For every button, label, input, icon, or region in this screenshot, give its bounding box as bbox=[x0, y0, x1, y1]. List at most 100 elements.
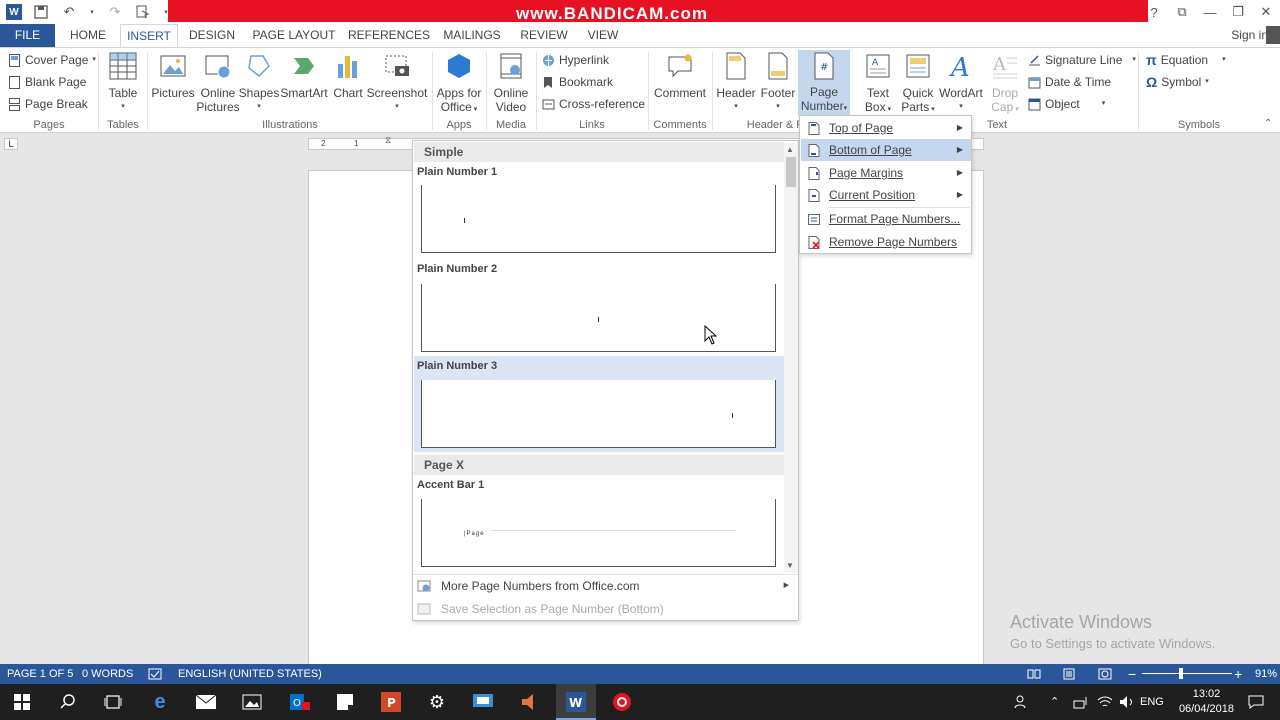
pictures-button[interactable]: Pictures bbox=[151, 50, 195, 100]
blank-page-button[interactable]: Blank Page bbox=[8, 72, 86, 92]
ribbon-display-icon[interactable]: ⧉ bbox=[1168, 4, 1196, 20]
online-video-button[interactable]: Online Video bbox=[490, 50, 532, 114]
sign-in-link[interactable]: Sign in bbox=[1231, 24, 1268, 46]
screenshot-button[interactable]: Screenshot ▾ bbox=[367, 50, 427, 114]
settings-gear-icon[interactable]: ⚙ bbox=[427, 692, 447, 712]
zoom-slider-track[interactable] bbox=[1142, 673, 1232, 674]
powerpoint-icon[interactable]: P bbox=[381, 692, 401, 712]
people-icon[interactable] bbox=[1014, 684, 1030, 720]
cross-reference-label: Cross-reference bbox=[559, 97, 646, 111]
tab-selector[interactable]: L bbox=[4, 138, 18, 150]
page-number-marker bbox=[732, 413, 733, 418]
wifi-icon[interactable] bbox=[1097, 684, 1113, 720]
page-break-button[interactable]: Page Break bbox=[8, 94, 88, 114]
menu-item-current-position[interactable]: Current Position ▶ bbox=[801, 184, 971, 206]
page-count-status[interactable]: PAGE 1 OF 5 bbox=[7, 664, 73, 684]
menu-item-bottom-of-page[interactable]: Bottom of Page ▶ bbox=[801, 139, 971, 161]
tab-design[interactable]: DESIGN bbox=[186, 24, 238, 48]
gallery-scrollbar[interactable] bbox=[784, 143, 798, 573]
table-button[interactable]: Table ▾ bbox=[104, 50, 142, 114]
bookmark-button[interactable]: Bookmark bbox=[542, 72, 613, 92]
gallery-item-plain-number-3[interactable]: Plain Number 3 bbox=[414, 356, 784, 452]
date-time-button[interactable]: Date & Time bbox=[1028, 72, 1111, 92]
tab-insert[interactable]: INSERT bbox=[120, 24, 178, 48]
smartart-button[interactable]: SmartArt bbox=[280, 50, 328, 100]
language-status[interactable]: ENGLISH (UNITED STATES) bbox=[178, 664, 322, 684]
minimize-icon[interactable]: — bbox=[1196, 5, 1224, 20]
comment-button[interactable]: Comment bbox=[652, 50, 708, 100]
scroll-up-icon[interactable]: ▲ bbox=[786, 145, 794, 154]
cross-reference-button[interactable]: Cross-reference bbox=[542, 94, 645, 114]
cover-page-button[interactable]: Cover Page ▾ bbox=[8, 50, 96, 70]
signature-line-button[interactable]: Signature Line ▾ bbox=[1028, 50, 1136, 70]
menu-item-top-of-page[interactable]: Top of Page ▶ bbox=[801, 117, 971, 139]
object-button[interactable]: Object ▾ bbox=[1028, 94, 1105, 114]
menu-item-format-page-numbers[interactable]: Format Page Numbers... bbox=[801, 208, 971, 230]
undo-icon[interactable]: ↶ bbox=[60, 3, 78, 21]
account-avatar[interactable] bbox=[1266, 26, 1280, 44]
tab-view[interactable]: VIEW bbox=[582, 24, 624, 48]
record-icon[interactable] bbox=[612, 692, 632, 712]
wordart-button[interactable]: A WordArt ▾ bbox=[938, 50, 984, 114]
tab-home[interactable]: HOME bbox=[62, 24, 114, 48]
action-center-icon[interactable] bbox=[1248, 684, 1264, 720]
tab-file[interactable]: FILE bbox=[0, 24, 55, 48]
help-button[interactable]: ? bbox=[1140, 5, 1168, 20]
object-icon bbox=[1028, 98, 1041, 110]
drop-cap-button[interactable]: A Drop Cap ▾ bbox=[986, 50, 1024, 117]
gallery-item-plain-number-1[interactable]: Plain Number 1 bbox=[414, 163, 784, 253]
equation-button[interactable]: π Equation ▾ bbox=[1146, 50, 1226, 70]
zoom-out-icon[interactable]: − bbox=[1128, 664, 1136, 684]
gallery-app-icon[interactable] bbox=[242, 692, 262, 712]
hyperlink-button[interactable]: Hyperlink bbox=[542, 50, 609, 70]
network-tray-icon[interactable] bbox=[1073, 684, 1089, 720]
tray-chevron-icon[interactable]: ⌃ bbox=[1050, 684, 1059, 720]
input-language[interactable]: ENG bbox=[1140, 684, 1164, 720]
apps-for-office-button[interactable]: Apps for Office ▾ bbox=[436, 50, 482, 117]
zoom-slider-thumb[interactable] bbox=[1179, 668, 1183, 679]
scrollbar-thumb[interactable] bbox=[786, 157, 796, 187]
sticky-notes-icon[interactable] bbox=[335, 692, 355, 712]
close-icon[interactable]: ✕ bbox=[1252, 4, 1280, 20]
gallery-item-accent-bar-1[interactable]: Accent Bar 1 |Page bbox=[414, 477, 784, 569]
restore-icon[interactable]: ❐ bbox=[1224, 4, 1252, 20]
symbol-button[interactable]: Ω Symbol ▾ bbox=[1146, 72, 1209, 92]
tab-mailings[interactable]: MAILINGS bbox=[440, 24, 504, 48]
online-pictures-button[interactable]: Online Pictures bbox=[196, 50, 240, 114]
word-count-status[interactable]: 0 WORDS bbox=[82, 664, 133, 684]
search-icon[interactable] bbox=[58, 692, 78, 712]
indent-marker-icon[interactable]: ⧖ bbox=[385, 135, 391, 146]
menu-item-remove-page-numbers[interactable]: Remove Page Numbers bbox=[801, 231, 971, 253]
tab-page-layout[interactable]: PAGE LAYOUT bbox=[250, 24, 338, 48]
windows-start-icon[interactable] bbox=[12, 692, 32, 712]
text-box-button[interactable]: A Text Box ▾ bbox=[858, 50, 898, 117]
chart-button[interactable]: Chart bbox=[331, 50, 365, 100]
media-player-icon[interactable] bbox=[519, 692, 539, 712]
more-page-numbers-item[interactable]: More Page Numbers from Office.com ▶ bbox=[417, 575, 795, 597]
save-icon[interactable] bbox=[32, 3, 50, 21]
zoom-in-icon[interactable]: + bbox=[1234, 664, 1242, 684]
edge-browser-icon[interactable]: e bbox=[150, 691, 170, 713]
tab-review[interactable]: REVIEW bbox=[516, 24, 572, 48]
word-taskbar-icon[interactable]: W bbox=[566, 692, 586, 712]
remote-desktop-icon[interactable] bbox=[473, 692, 493, 712]
redo-icon[interactable]: ↷ bbox=[106, 3, 124, 21]
quick-parts-button[interactable]: Quick Parts ▾ bbox=[898, 50, 938, 117]
zoom-level[interactable]: 91% bbox=[1255, 664, 1277, 684]
shapes-button[interactable]: Shapes ▾ bbox=[239, 50, 279, 114]
tab-references[interactable]: REFERENCES bbox=[348, 24, 430, 48]
outlook-icon[interactable]: O bbox=[290, 692, 310, 712]
undo-dropdown-icon[interactable]: ▾ bbox=[88, 3, 96, 21]
scroll-down-icon[interactable]: ▼ bbox=[786, 561, 794, 570]
page-number-button[interactable]: # Page Number▾ bbox=[798, 50, 850, 116]
taskbar-clock[interactable]: 13:02 06/04/2018 bbox=[1179, 687, 1234, 717]
footer-button[interactable]: Footer ▾ bbox=[758, 50, 798, 114]
volume-icon[interactable] bbox=[1119, 684, 1135, 720]
gallery-item-plain-number-2[interactable]: Plain Number 2 bbox=[414, 260, 784, 352]
header-button[interactable]: Header ▾ bbox=[716, 50, 756, 114]
mail-icon[interactable] bbox=[196, 692, 216, 712]
menu-item-page-margins[interactable]: Page Margins ▶ bbox=[801, 162, 971, 184]
touch-mode-icon[interactable] bbox=[134, 3, 152, 21]
collapse-ribbon-icon[interactable]: ⌃ bbox=[1264, 118, 1272, 129]
task-view-icon[interactable] bbox=[103, 692, 123, 712]
